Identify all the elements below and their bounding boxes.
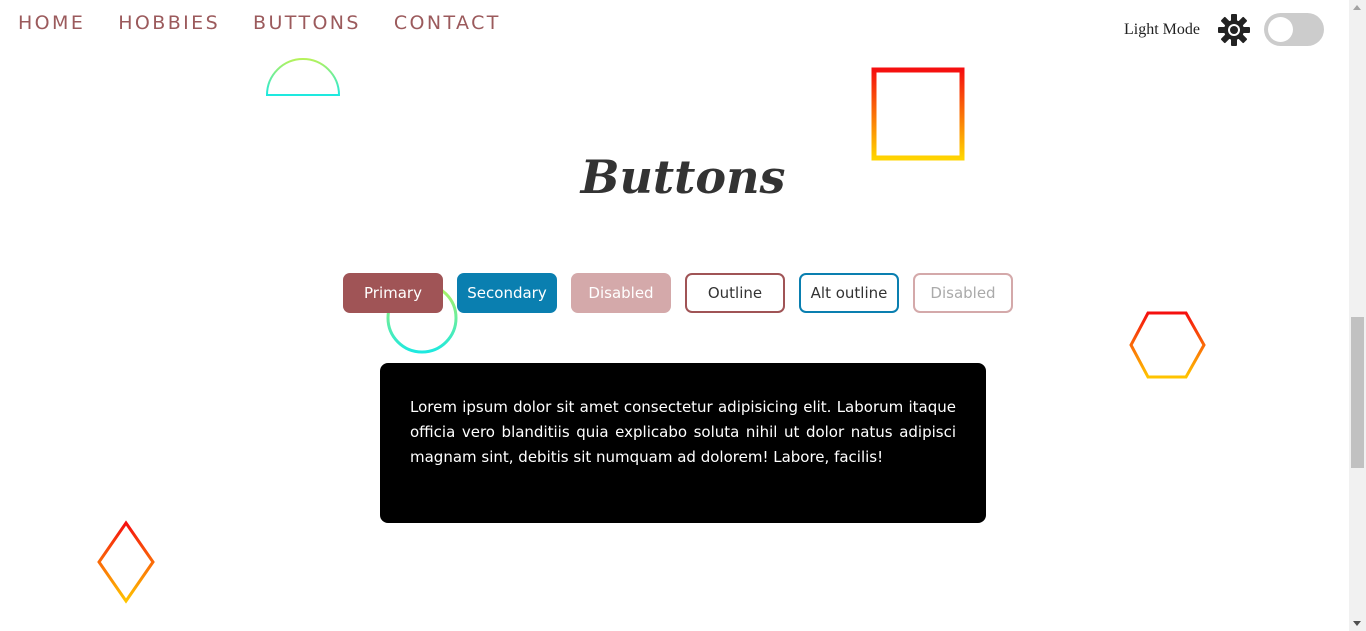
scrollbar-thumb[interactable] [1351,317,1364,468]
page-title: Buttons [580,150,786,204]
disabled-outline-button: Disabled [913,273,1013,313]
scroll-down-arrow-icon[interactable] [1353,621,1361,626]
nav-hobbies[interactable]: HOBBIES [118,12,220,34]
text-card: Lorem ipsum dolor sit amet consectetur a… [380,363,986,523]
primary-button[interactable]: Primary [343,273,443,313]
main-nav: HOME HOBBIES BUTTONS CONTACT [18,12,501,34]
theme-toggle[interactable] [1264,13,1324,46]
secondary-button[interactable]: Secondary [457,273,557,313]
diamond-shape [97,520,155,604]
theme-label: Light Mode [1124,21,1200,38]
scroll-up-arrow-icon[interactable] [1353,5,1361,10]
toggle-knob [1268,17,1293,42]
vertical-scrollbar[interactable] [1349,0,1366,631]
button-row: Primary Secondary Disabled Outline Alt o… [343,273,1013,313]
semicircle-shape [265,58,341,96]
nav-contact[interactable]: CONTACT [394,12,501,34]
disabled-button: Disabled [571,273,671,313]
card-text: Lorem ipsum dolor sit amet consectetur a… [410,398,956,466]
hexagon-shape [1129,311,1206,379]
nav-buttons[interactable]: BUTTONS [253,12,361,34]
gear-icon[interactable] [1217,13,1251,47]
nav-home[interactable]: HOME [18,12,85,34]
outline-button[interactable]: Outline [685,273,785,313]
alt-outline-button[interactable]: Alt outline [799,273,899,313]
page: HOME HOBBIES BUTTONS CONTACT Light Mode [0,0,1366,631]
square-shape [871,67,965,161]
